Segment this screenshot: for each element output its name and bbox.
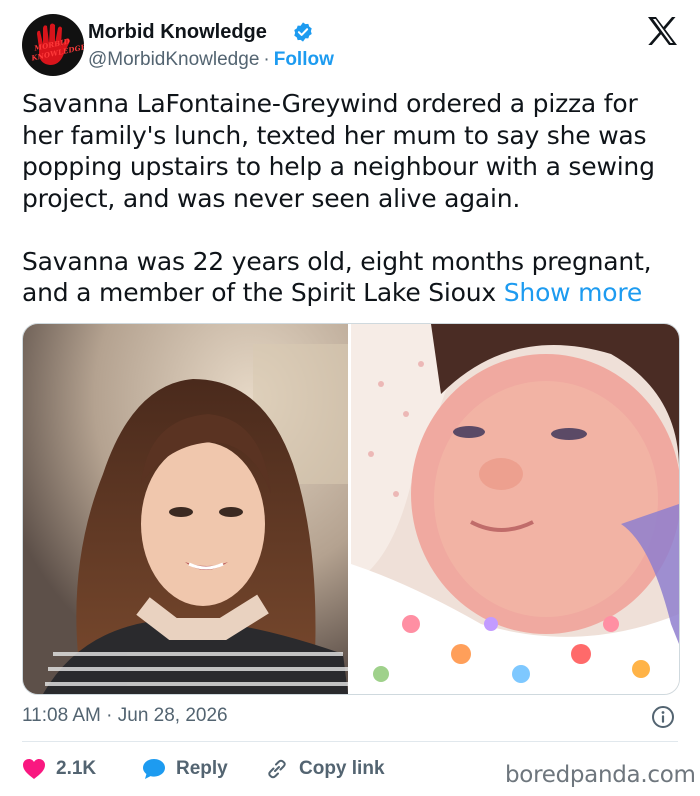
follow-button[interactable]: Follow [274, 49, 334, 70]
handle-line: @MorbidKnowledge · Follow [88, 49, 334, 71]
separator: · [263, 49, 270, 70]
avatar[interactable]: MORBID KNOWLEDGE [22, 14, 84, 76]
x-logo-icon[interactable] [646, 16, 678, 46]
reply-button[interactable]: Reply [142, 754, 228, 784]
reply-bubble-icon [143, 759, 165, 779]
display-name[interactable]: Morbid Knowledge [88, 21, 267, 44]
show-more-link[interactable]: Show more [504, 278, 643, 307]
verified-badge-icon [294, 22, 312, 42]
photo-woman-portrait[interactable] [23, 324, 348, 694]
boredpanda-watermark: boredpanda.com [505, 762, 696, 788]
link-icon [268, 759, 286, 779]
copy-link-label: Copy link [299, 758, 385, 779]
tweet-media[interactable] [22, 323, 680, 695]
info-icon[interactable] [651, 705, 675, 729]
tweet-paragraph-1: Savanna LaFontaine-Greywind ordered a pi… [22, 89, 655, 213]
heart-icon [23, 759, 45, 779]
tweet-header: MORBID KNOWLEDGE Morbid Knowledge @Morbi… [22, 14, 682, 80]
divider [22, 741, 678, 742]
like-count: 2.1K [56, 758, 97, 779]
newborn-baby-image [351, 324, 679, 694]
reply-label: Reply [176, 758, 228, 779]
photo-newborn-baby[interactable] [351, 324, 679, 694]
tweet-timestamp[interactable]: 11:08 AM · Jun 28, 2026 [22, 705, 228, 727]
tweet-text: Savanna LaFontaine-Greywind ordered a pi… [22, 88, 682, 309]
tweet-paragraph-2: Savanna was 22 years old, eight months p… [22, 246, 682, 309]
woman-portrait-image [23, 324, 348, 694]
handle[interactable]: @MorbidKnowledge [88, 49, 259, 70]
copy-link-button[interactable]: Copy link [265, 754, 385, 784]
like-button[interactable]: 2.1K [22, 754, 96, 784]
